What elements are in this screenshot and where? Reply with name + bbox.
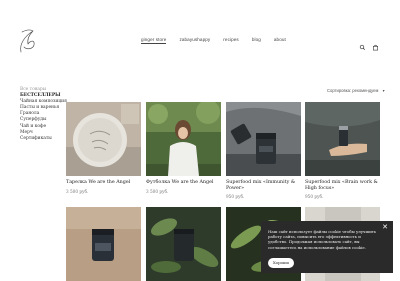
- nav-about[interactable]: about: [274, 37, 286, 42]
- product-image-plate[interactable]: [66, 102, 141, 176]
- nav-zabayushappy[interactable]: zabayushappy: [179, 37, 210, 42]
- product-image[interactable]: [66, 207, 141, 281]
- product-image-superfood-brain[interactable]: [305, 102, 380, 176]
- category-sidebar: Все товары БЕСТСЕЛЛЕРЫ Чайная композиция…: [20, 87, 67, 142]
- nav-ginger-store[interactable]: ginger store: [141, 37, 167, 44]
- close-icon[interactable]: ✕: [382, 223, 388, 230]
- product-name[interactable]: Superfood mix «Brain work & High focus»: [305, 180, 380, 191]
- product-image-superfood-immunity[interactable]: [226, 102, 301, 176]
- cookie-text: Наш сайт использует файлы cookie чтобы у…: [268, 229, 377, 250]
- product-price: 950 руб.: [305, 194, 324, 200]
- cart-icon[interactable]: [372, 36, 379, 51]
- product-card[interactable]: Superfood mix «Immunity & Power» 950 руб…: [226, 102, 301, 199]
- product-image[interactable]: [146, 207, 221, 281]
- cookie-banner: Наш сайт использует файлы cookie чтобы у…: [261, 221, 393, 273]
- product-price: 3 500 руб.: [66, 188, 89, 194]
- product-name[interactable]: Тарелка We are the Angel: [66, 180, 141, 186]
- nav-blog[interactable]: blog: [252, 37, 261, 42]
- main-nav: ginger store zabayushappy recipes blog a…: [141, 37, 299, 44]
- product-card[interactable]: [146, 207, 221, 281]
- product-card[interactable]: Superfood mix «Brain work & High focus» …: [305, 102, 380, 199]
- search-icon[interactable]: [359, 36, 366, 51]
- product-card[interactable]: Тарелка We are the Angel 3 500 руб.: [66, 102, 141, 194]
- sort-label: Сортировка: рекомендуем: [327, 88, 379, 93]
- nav-recipes[interactable]: recipes: [223, 37, 239, 42]
- product-price: 950 руб.: [226, 194, 245, 200]
- product-price: 3 500 руб.: [146, 188, 169, 194]
- product-name[interactable]: Superfood mix «Immunity & Power»: [226, 180, 301, 191]
- category-item[interactable]: Сертификаты: [20, 136, 67, 142]
- sort-dropdown[interactable]: Сортировка: рекомендуем ▾: [327, 88, 385, 93]
- brand-logo[interactable]: [16, 26, 42, 56]
- product-name[interactable]: Футболка We are the Angel: [146, 180, 221, 186]
- product-card[interactable]: Футболка We are the Angel 3 500 руб.: [146, 102, 221, 194]
- product-image-tshirt[interactable]: [146, 102, 221, 176]
- chevron-down-icon: ▾: [382, 88, 385, 93]
- cookie-accept-button[interactable]: Хорошо: [268, 258, 294, 268]
- product-card[interactable]: [66, 207, 141, 281]
